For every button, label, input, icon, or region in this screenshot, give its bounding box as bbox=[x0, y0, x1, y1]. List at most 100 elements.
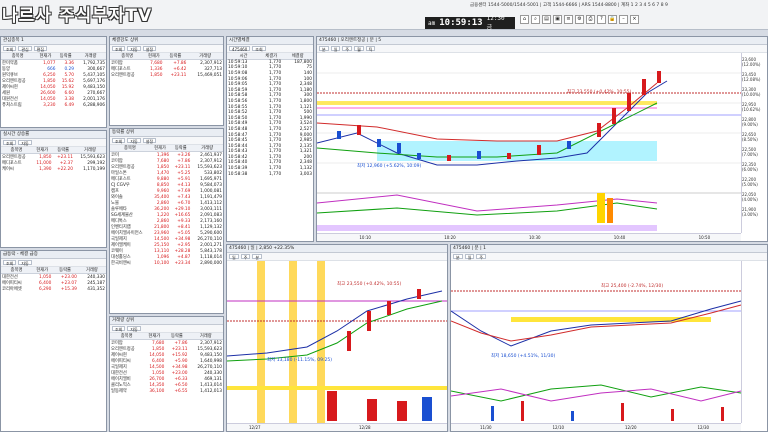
high-label: 최고 23,550 (+0.42%, 10:55) bbox=[337, 282, 402, 287]
cell-name: 코리아에셋 bbox=[2, 287, 22, 292]
watchlist-table-2: 종목명 현재가 등락률 거래량 오리엔트정공 1,850 +23.11 15,593,623 메… bbox=[1, 147, 106, 172]
ticker-text: 금융센터 1544-5000/1544-5001 | 고객 1544-6666 … bbox=[470, 3, 668, 8]
table-row[interactable]: 10:58:48 1,770 2,527 bbox=[227, 127, 313, 133]
panel-toolbar: 조회 자동 bbox=[1, 259, 106, 267]
news-icon[interactable]: ≡ bbox=[564, 15, 573, 24]
panel-title: 시간별체결 bbox=[227, 37, 313, 45]
br-chart-svg bbox=[451, 290, 743, 421]
table-row[interactable]: 제이엘케이 25,150 +2.95 2,001,271 bbox=[110, 242, 223, 249]
table-row[interactable]: 에이치엘사이언스 23,960 +5.05 5,290,600 bbox=[110, 230, 223, 237]
main-chart-panel: 475460 | 오리엔트정공 | 분 | 5 분일주월틱 최고 23,550 … bbox=[316, 36, 768, 242]
panel-toolbar: 조회 자동 설정 bbox=[110, 45, 223, 53]
table-row[interactable]: 퓨쳐스트림 3,230 6.49 6,288,906 bbox=[1, 102, 106, 109]
bottom-left-chart-area[interactable]: 최고 23,550 (+0.42%, 10:55) 최저 13,180 (-11… bbox=[227, 261, 447, 425]
minimize-icon[interactable]: – bbox=[619, 15, 628, 24]
cell-vol: 431,352 bbox=[87, 286, 105, 292]
table-row[interactable]: 코리아에셋 6,290 +15.39 431,352 bbox=[1, 286, 106, 293]
cell-chg: 6.49 bbox=[64, 102, 75, 108]
search-icon[interactable]: ⌕ bbox=[531, 15, 540, 24]
main-y-axis: 23,600 (12.00%) 23,450 (12.08%) 23,300 (10… bbox=[741, 53, 767, 233]
x-tick-label: 10:40 bbox=[613, 235, 626, 240]
print-icon[interactable]: ⎙ bbox=[586, 15, 595, 24]
table-row[interactable]: 10:58:39 1,770 1,132 bbox=[227, 166, 313, 172]
watchlist-table-3: 종목명 현재가 등락률 거래량 대한전선 1,050 +23.00 240,330 에이피티씨 6… bbox=[1, 267, 106, 292]
cell-chg: +15.39 bbox=[60, 286, 77, 292]
x-tick-label: 12/20 bbox=[625, 425, 637, 430]
cell-price: 1,390 bbox=[39, 166, 52, 172]
cell-price: 3,230 bbox=[43, 102, 56, 108]
cell-vol: 1,170,199 bbox=[83, 166, 105, 172]
clock-time: 10:59:13 bbox=[439, 18, 483, 28]
panel-toolbar: 조회 자동 bbox=[110, 325, 223, 333]
settings-icon[interactable]: ⚙ bbox=[575, 15, 584, 24]
x-tick-label: 10:30 bbox=[529, 235, 541, 240]
table-row[interactable]: 10:58:40 1,770 2,348 bbox=[227, 160, 313, 166]
bl-x-axis: 12/27 12/28 bbox=[227, 423, 447, 431]
table-row[interactable]: 오리엔트정공 1,850 +23.11 15,593,623 bbox=[110, 164, 223, 171]
cell-price: 36,100 bbox=[149, 388, 165, 394]
table-row[interactable]: 10:58:56 1,770 1,800 bbox=[227, 99, 313, 105]
table-row[interactable]: 10:58:49 1,770 3,524 bbox=[227, 121, 313, 127]
table-row[interactable]: 한미약품 1,077 3.36 1,792,735 bbox=[1, 60, 106, 67]
table-row[interactable]: SG세계물산 1,220 +16.65 2,091,083 bbox=[110, 212, 223, 219]
cell-price: 6,290 bbox=[39, 286, 52, 292]
table-row[interactable]: 제이씨현 14,050 15.92 9,483,150 bbox=[1, 84, 106, 91]
home-icon[interactable]: ⌂ bbox=[520, 15, 529, 24]
y-tick-label: 22,050 (4.00%) bbox=[742, 192, 758, 202]
table-row[interactable]: 10:58:47 1,770 9,000 bbox=[227, 132, 313, 138]
y-tick-label: 22,500 (7.00%) bbox=[742, 147, 758, 157]
table-row[interactable]: 10:58:38 1,770 3,003 bbox=[227, 171, 313, 177]
table-row[interactable]: 일동제약 36,100 +6.55 1,412,013 bbox=[110, 388, 223, 395]
chart-icon[interactable]: ▤ bbox=[542, 15, 551, 24]
low-label: 최저 12,960 (+5.62%, 10:09) bbox=[357, 164, 422, 169]
table-row[interactable]: CJ CGV우 8,850 +4.13 9,584,073 bbox=[110, 182, 223, 189]
main-chart-svg bbox=[317, 71, 743, 231]
rank-table-2: 종목명 현재가 등락률 거래량 코미 1,396 +3.26 2,461,937 코미팜 7,68… bbox=[110, 145, 223, 266]
bottom-right-chart-area[interactable]: 최고 25,400 (-2.74%, 12/30) 최저 18,650 (+4.… bbox=[451, 261, 743, 423]
table-row[interactable]: 10:58:55 1,770 1,121 bbox=[227, 104, 313, 110]
table-row[interactable]: 10:59:05 1,770 2,348 bbox=[227, 82, 313, 88]
panel-title: 관심종목 1 bbox=[1, 37, 106, 45]
cell-price: 10,100 bbox=[154, 260, 170, 266]
bottom-left-chart-panel: 475460 | 일 | 2,850 +22.35% 일주분 최고 23,550… bbox=[226, 244, 448, 432]
cell-name: 한국비엔씨 bbox=[111, 261, 131, 266]
table-row[interactable]: 한국비엔씨 10,100 +23.34 2,890,000 bbox=[110, 260, 223, 267]
x-tick-label: 10:10 bbox=[359, 235, 371, 240]
top-bar: 나르사 주식부자TV 금융센터 1544-5000/1544-5001 | 고객… bbox=[0, 0, 768, 31]
panel-toolbar: 475460 조회 bbox=[227, 45, 313, 53]
table-row[interactable]: 케이씨 1,390 +22.20 1,170,199 bbox=[1, 166, 106, 173]
watchlist-panel-1: 관심종목 1 조회 관심 편집 종목명 현재가 등락률 거래량 한미약품 1,077 3.36 1… bbox=[0, 36, 107, 128]
tick-panel: 시간별체결 475460 조회 시간 체결가 체결량 10:59:13 1,770 187,… bbox=[226, 36, 314, 242]
lock-icon[interactable]: 🔒 bbox=[608, 15, 617, 24]
cell-t: 10:58:38 bbox=[228, 171, 248, 177]
table-row[interactable]: 10:58:43 1,770 1,321 bbox=[227, 149, 313, 155]
panel-title: 거래량 상위 bbox=[110, 317, 223, 325]
chart-toolbar: 일주분 bbox=[227, 253, 447, 261]
chart-toolbar: 분일주 bbox=[451, 253, 767, 261]
x-tick-label: 12/30 bbox=[697, 425, 710, 430]
y-tick-label: 23,600 (12.00%) bbox=[742, 57, 761, 67]
panel-title: 실시간 상승률 bbox=[1, 131, 106, 139]
order-icon[interactable]: ▣ bbox=[553, 15, 562, 24]
panel-toolbar: 조회 자동 bbox=[1, 139, 106, 147]
main-chart-area[interactable]: 최고 23,550 (+0.42%, 10:55) 최저 12,960 (+5.… bbox=[317, 53, 743, 233]
table-row[interactable]: 10:58:45 1,770 2,985 bbox=[227, 138, 313, 144]
close-icon[interactable]: × bbox=[630, 15, 639, 24]
watchlist-panel-3: 급등락 - 체결 급증 조회 자동 종목명 현재가 등락률 거래량 대한전선 1,050 +2… bbox=[0, 250, 107, 432]
rank-table-1: 종목명 현재가 등락률 거래량 코미팜 7,680 +7.86 2,307,912 메디포스트 1… bbox=[110, 53, 223, 78]
br-y-axis bbox=[741, 261, 767, 423]
bottom-right-chart-panel: 475460 | 분 | 1 분일주 최고 25,400 (-2.74%, 12… bbox=[450, 244, 768, 432]
rank-panel-3: 거래량 상위 조회 자동 종목명 현재가 등락률 거래량 코미팜 7,680 +7.86 2,3… bbox=[109, 316, 224, 432]
y-tick-label: 21,900 (3.00%) bbox=[742, 207, 758, 217]
panel-title: 체결강도 상위 bbox=[110, 37, 223, 45]
help-icon[interactable]: ? bbox=[597, 15, 606, 24]
cell-vol: 2,890,000 bbox=[200, 260, 222, 266]
chart-toolbar: 분일주월틱 bbox=[317, 45, 767, 53]
x-tick-label: 12/28 bbox=[359, 425, 371, 430]
y-tick-label: 22,950 (10.62%) bbox=[742, 102, 761, 112]
x-tick-label: 12/10 bbox=[552, 425, 565, 430]
tick-table: 시간 체결가 체결량 10:59:13 1,770 187,800 10:59:10 1,77… bbox=[227, 53, 313, 177]
panel-title: 급등락 - 체결 급증 bbox=[1, 251, 106, 259]
table-row[interactable]: 오리엔트정공 1,850 +23.11 15,469,051 bbox=[110, 72, 223, 79]
cell-chg: +22.20 bbox=[57, 166, 73, 172]
